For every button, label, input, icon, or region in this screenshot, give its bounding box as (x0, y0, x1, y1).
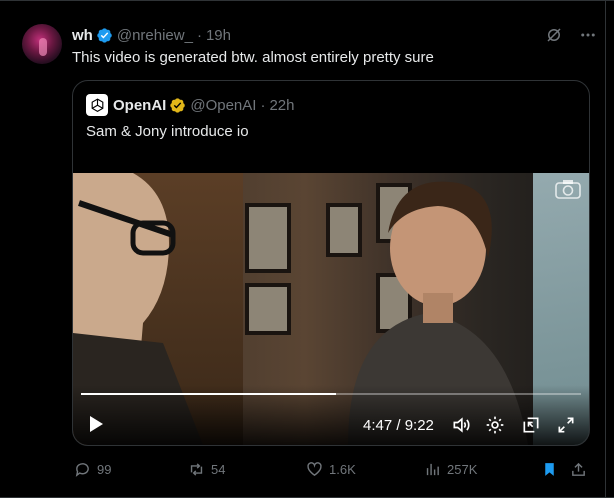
openai-logo-icon[interactable] (86, 94, 108, 116)
verified-badge-icon (96, 27, 113, 44)
tweet-text: This video is generated btw. almost enti… (72, 49, 434, 66)
wall-frame (245, 203, 291, 273)
author-handle[interactable]: @nrehiew_ (117, 27, 193, 44)
action-bar: 99 54 1.6K 257K (74, 461, 594, 481)
like-button[interactable]: 1.6K (306, 461, 356, 478)
quote-header: OpenAI @OpenAI · 22h (86, 94, 294, 116)
reply-icon (75, 463, 89, 477)
settings-icon[interactable] (485, 415, 505, 435)
repost-count: 54 (211, 462, 226, 477)
more-icon[interactable] (579, 26, 597, 44)
repost-icon (190, 463, 203, 476)
video-time: 4:47 / 9:22 (363, 417, 434, 434)
camera-icon (555, 180, 581, 199)
views-count: 257K (447, 462, 478, 477)
reply-count: 99 (97, 462, 112, 477)
quote-separator-dot: · (260, 96, 266, 114)
quote-author-handle[interactable]: @OpenAI (190, 97, 256, 114)
like-icon (307, 462, 322, 477)
separator-dot: · (196, 27, 202, 44)
tweet[interactable]: wh @nrehiew_ · 19h This video is generat… (0, 0, 614, 498)
repost-button[interactable]: 54 (188, 461, 225, 478)
quote-timestamp[interactable]: 22h (269, 97, 294, 114)
volume-icon[interactable] (451, 415, 471, 435)
timestamp[interactable]: 19h (206, 27, 231, 44)
fullscreen-icon[interactable] (556, 415, 576, 435)
progress-bar[interactable] (81, 393, 581, 395)
gold-verified-icon (169, 97, 186, 114)
column-divider (605, 1, 606, 498)
quoted-tweet[interactable]: OpenAI @OpenAI · 22h Sam & Jony introduc… (72, 80, 590, 446)
bookmark-button[interactable] (541, 461, 558, 478)
views-icon (426, 463, 439, 476)
wall-frame (245, 283, 291, 335)
quote-author-name[interactable]: OpenAI (113, 97, 166, 114)
share-icon (572, 462, 585, 476)
quote-text: Sam & Jony introduce io (86, 123, 249, 140)
views-button[interactable]: 257K (424, 461, 477, 478)
avatar[interactable] (22, 24, 62, 64)
progress-fill (81, 393, 336, 395)
header-actions (545, 26, 597, 44)
author-name[interactable]: wh (72, 27, 93, 44)
video-player[interactable]: 4:47 / 9:22 (73, 173, 589, 445)
share-button[interactable] (570, 461, 587, 478)
tweet-header: wh @nrehiew_ · 19h (72, 27, 231, 44)
grok-icon[interactable] (545, 26, 563, 44)
play-icon[interactable] (87, 415, 105, 433)
reply-button[interactable]: 99 (74, 461, 111, 478)
bookmark-icon (545, 463, 554, 476)
like-count: 1.6K (329, 462, 356, 477)
pip-icon[interactable] (521, 415, 541, 435)
